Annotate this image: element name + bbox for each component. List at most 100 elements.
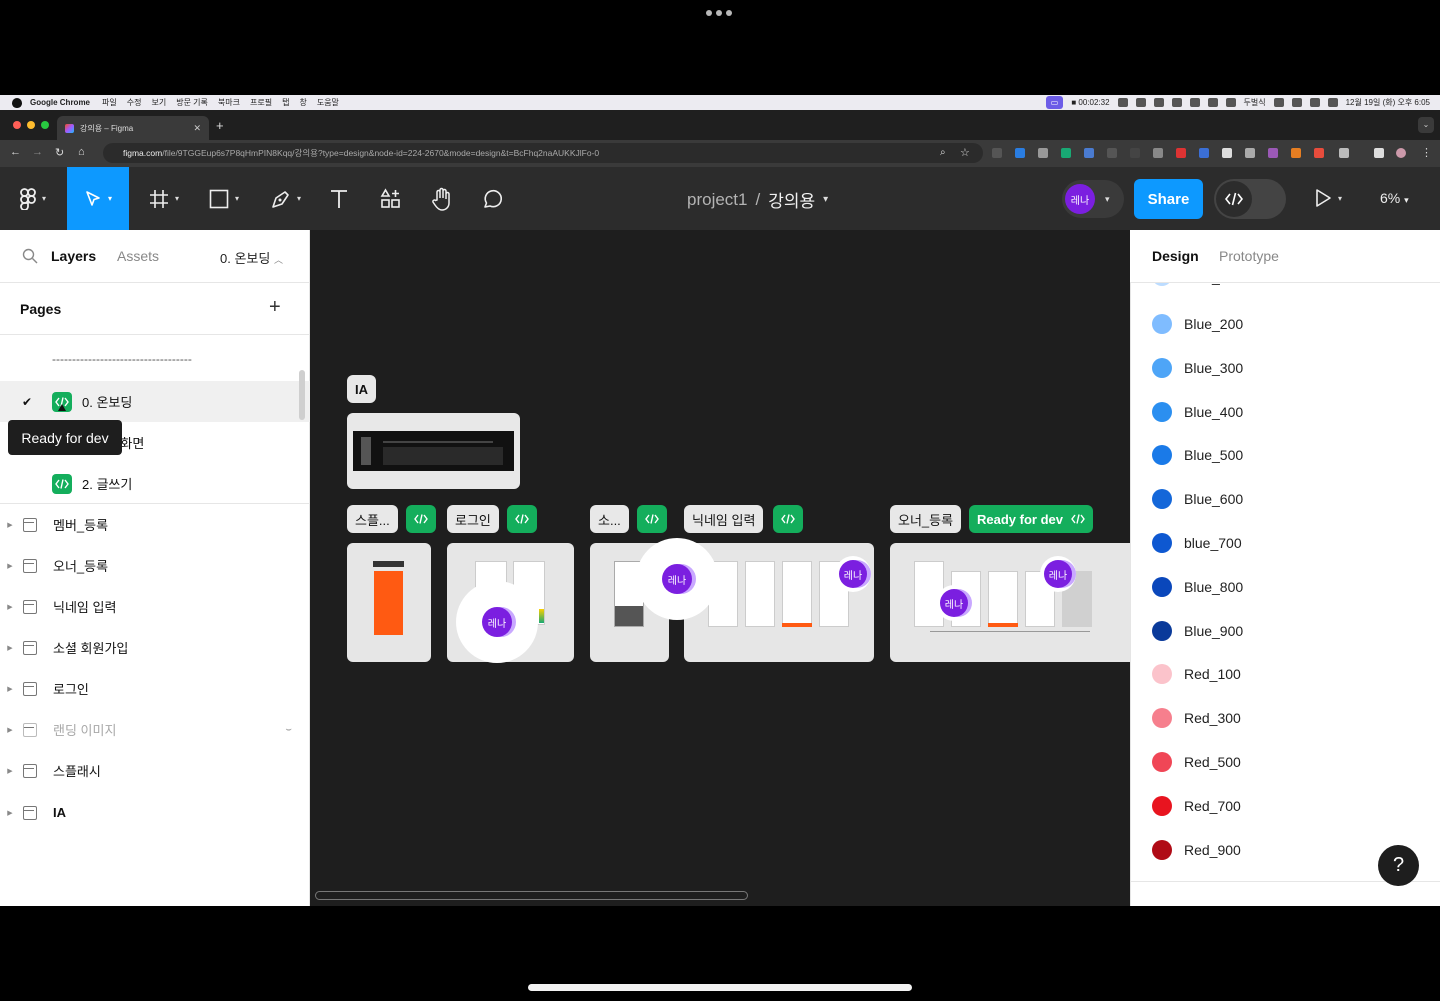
- color-style-row[interactable]: Red_100: [1152, 664, 1241, 685]
- control-center-icon[interactable]: [1327, 98, 1338, 107]
- menu-item[interactable]: 방문 기록: [176, 97, 208, 108]
- frame-label-splash[interactable]: 스플...: [347, 505, 398, 533]
- main-menu-button[interactable]: ▾: [0, 167, 66, 230]
- tab-assets[interactable]: Assets: [117, 248, 159, 264]
- new-tab-button[interactable]: +: [216, 118, 224, 133]
- share-button[interactable]: Share: [1134, 179, 1203, 219]
- tab-design[interactable]: Design: [1152, 248, 1199, 264]
- menu-app-name[interactable]: Google Chrome: [30, 98, 90, 107]
- extension-icon[interactable]: [1268, 148, 1278, 158]
- wifi-icon[interactable]: [1291, 98, 1302, 107]
- color-style-row[interactable]: Red_700: [1152, 795, 1241, 816]
- color-style-row[interactable]: Blue_500: [1152, 445, 1243, 466]
- browser-tab[interactable]: 강의용 – Figma ✕: [57, 116, 209, 140]
- frame-label-nickname[interactable]: 닉네임 입력: [684, 505, 764, 533]
- zoom-lens-icon[interactable]: ⌕: [940, 147, 946, 158]
- close-window-icon[interactable]: [13, 121, 21, 129]
- dev-mode-toggle[interactable]: [1214, 179, 1286, 219]
- layer-row[interactable]: ▶ 스플래시: [0, 750, 310, 791]
- resources-tool-button[interactable]: [374, 167, 408, 230]
- frame-ia[interactable]: [347, 413, 520, 489]
- color-style-row[interactable]: Blue_300: [1152, 357, 1243, 378]
- menu-item[interactable]: 보기: [151, 97, 166, 108]
- expand-icon[interactable]: ▶: [2, 685, 18, 693]
- menu-item[interactable]: 탭: [282, 97, 289, 108]
- layer-row[interactable]: ▶ IA: [0, 792, 310, 833]
- dev-badge-social[interactable]: [637, 505, 667, 533]
- color-style-row[interactable]: blue_700: [1152, 533, 1242, 553]
- menu-item[interactable]: 창: [299, 97, 306, 108]
- zoom-window-icon[interactable]: [41, 121, 49, 129]
- screen-record-icon[interactable]: ▭: [1045, 96, 1064, 109]
- menu-item[interactable]: 프로필: [250, 97, 272, 108]
- extension-icon[interactable]: [1084, 148, 1094, 158]
- extensions-puzzle-icon[interactable]: [1339, 148, 1349, 158]
- current-page-selector[interactable]: 0. 온보딩 ︿: [220, 248, 283, 267]
- menu-item[interactable]: 북마크: [218, 97, 240, 108]
- expand-icon[interactable]: ▶: [2, 562, 18, 570]
- minimize-window-icon[interactable]: [27, 121, 35, 129]
- color-style-row[interactable]: Blue_800: [1152, 576, 1243, 597]
- color-style-row[interactable]: Blue_600: [1152, 489, 1243, 510]
- input-source[interactable]: 두벌식: [1244, 97, 1266, 108]
- menu-item[interactable]: 수정: [127, 97, 142, 108]
- pages-scrollbar[interactable]: [299, 370, 305, 420]
- frame-label-ia[interactable]: IA: [347, 375, 376, 403]
- frame-tool-button[interactable]: ▾: [138, 167, 190, 230]
- frame-label-owner[interactable]: 오너_등록: [890, 505, 962, 533]
- pause-icon[interactable]: [1117, 98, 1128, 107]
- menu-item[interactable]: 도움말: [317, 97, 339, 108]
- color-style-row[interactable]: Blue_900: [1152, 620, 1243, 641]
- extension-icon[interactable]: [1130, 148, 1140, 158]
- dev-badge-splash[interactable]: [406, 505, 436, 533]
- hidden-eye-icon[interactable]: ⌣: [285, 724, 292, 735]
- zoom-menu[interactable]: 6% ▾: [1380, 190, 1409, 206]
- color-style-row[interactable]: Blue_200: [1152, 314, 1243, 334]
- extension-icon[interactable]: [1038, 148, 1048, 158]
- frame-splash[interactable]: [347, 543, 431, 662]
- profile-avatar-icon[interactable]: [1396, 148, 1406, 158]
- multiplayer-avatars[interactable]: 레나 ▾: [1062, 180, 1124, 218]
- present-button[interactable]: ▾: [1314, 188, 1342, 208]
- extension-icon[interactable]: [1245, 148, 1255, 158]
- comment-tool-button[interactable]: [476, 167, 510, 230]
- menu-item[interactable]: 파일: [102, 97, 117, 108]
- extension-icon[interactable]: [1015, 148, 1025, 158]
- color-style-row[interactable]: Red_900: [1152, 839, 1241, 860]
- avatar[interactable]: 레나: [1065, 184, 1095, 214]
- help-button[interactable]: ?: [1378, 845, 1419, 886]
- file-name[interactable]: 강의용: [768, 187, 815, 212]
- record-timer[interactable]: ■ 00:02:32: [1071, 98, 1109, 107]
- search-icon[interactable]: [1309, 98, 1320, 107]
- page-item-write[interactable]: 2. 글쓰기: [0, 463, 310, 504]
- status-icon[interactable]: [1207, 98, 1218, 107]
- status-icon[interactable]: [1153, 98, 1164, 107]
- search-icon[interactable]: [22, 248, 38, 269]
- color-style-row[interactable]: Red_300: [1152, 708, 1241, 729]
- dev-badge-login[interactable]: [507, 505, 537, 533]
- layer-row[interactable]: ▶ 닉네임 입력: [0, 586, 310, 627]
- extension-icon[interactable]: [1107, 148, 1117, 158]
- layer-row[interactable]: ▶ 랜딩 이미지 ⌣: [0, 709, 310, 750]
- close-tab-icon[interactable]: ✕: [193, 123, 201, 134]
- clock[interactable]: 12월 19일 (화) 오후 6:05: [1346, 97, 1430, 108]
- url-input[interactable]: figma.com/file/9TGGEup6s7P8qHmPIN8Kqq/강의…: [103, 143, 983, 163]
- status-icon[interactable]: [1189, 98, 1200, 107]
- forward-icon[interactable]: →: [32, 146, 43, 158]
- reload-icon[interactable]: ↻: [55, 146, 64, 159]
- canvas-horizontal-scrollbar[interactable]: [315, 891, 748, 900]
- tab-search-button[interactable]: ⌄: [1418, 117, 1434, 133]
- expand-icon[interactable]: ▶: [2, 521, 18, 529]
- back-icon[interactable]: ←: [10, 146, 21, 158]
- color-style-row[interactable]: Red_500: [1152, 752, 1241, 772]
- page-divider[interactable]: -----------------------------------: [52, 352, 192, 366]
- expand-icon[interactable]: ▶: [2, 726, 18, 734]
- project-name[interactable]: project1: [687, 190, 747, 210]
- extension-icon[interactable]: [1314, 148, 1324, 158]
- add-page-button[interactable]: +: [269, 297, 281, 317]
- extension-icon[interactable]: [1222, 148, 1232, 158]
- frame-label-login[interactable]: 로그인: [447, 505, 499, 533]
- text-tool-button[interactable]: [322, 167, 356, 230]
- expand-icon[interactable]: ▶: [2, 767, 18, 775]
- shape-tool-button[interactable]: ▾: [198, 167, 250, 230]
